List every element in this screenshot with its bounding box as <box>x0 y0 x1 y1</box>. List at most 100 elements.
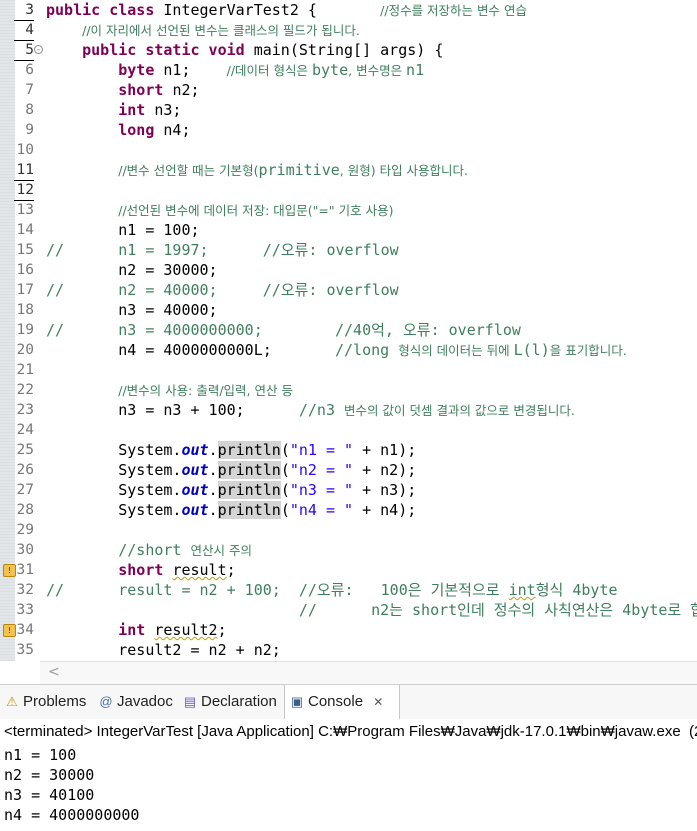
code-line[interactable]: 10 <box>0 140 697 160</box>
tab-console[interactable]: ▣ Console ✕ <box>284 685 400 719</box>
code-line[interactable]: 8 int n3; <box>0 100 697 120</box>
code-token: public static void <box>82 41 254 59</box>
code-line[interactable]: 32 // result = n2 + 100; //오류: 100은 기본적으로… <box>0 580 697 600</box>
tab-declaration[interactable]: ▤ Declaration <box>182 685 277 719</box>
line-number: 14 <box>16 222 34 238</box>
tab-javadoc-label: Javadoc <box>117 693 173 710</box>
code-line[interactable]: 18 n3 = 40000; <box>0 300 697 320</box>
code-token: // <box>46 241 65 259</box>
code-token: + n1); <box>353 441 417 459</box>
code-line[interactable]: 17 // n2 = 40000; //오류: overflow <box>0 280 697 300</box>
code-token: "n3 = " <box>289 481 354 499</box>
code-line[interactable]: 22 //변수의 사용: 출력/입력, 연산 등 <box>0 380 697 400</box>
code-token: . <box>208 481 218 499</box>
console-output-line: n1 = 100 <box>4 746 77 764</box>
code-token: short <box>118 81 173 99</box>
code-token: short인데 정수의 사칙연산은 4byte로 합니다. <box>412 601 697 619</box>
code-token: 연산시 주의 <box>190 543 252 558</box>
code-line[interactable]: 12 <box>0 180 697 201</box>
code-line[interactable]: 11 //변수 선언할 때는 기본형(primitive, 원형) 타입 사용합… <box>0 160 697 181</box>
code-token: n4 = 4000000000L; <box>46 341 335 359</box>
close-icon[interactable]: ✕ <box>373 695 383 709</box>
code-token: //n3 <box>298 401 345 419</box>
code-line[interactable]: 19 // n3 = 4000000000; //40억, 오류: overflo… <box>0 320 697 340</box>
code-line[interactable]: 27 System.out.println("n3 = " + n3); <box>0 480 697 500</box>
code-line[interactable]: 25 System.out.println("n1 = " + n1); <box>0 440 697 460</box>
code-text: System.out.println("n1 = " + n1); <box>46 440 416 460</box>
code-token: int <box>118 101 155 119</box>
line-number: 32 <box>16 582 34 598</box>
code-line[interactable]: 16 n2 = 30000; <box>0 260 697 280</box>
console-view[interactable]: <terminated> IntegerVarTest [Java Applic… <box>0 719 697 831</box>
tab-console-label: Console <box>308 693 364 710</box>
code-token: result <box>172 561 227 579</box>
code-line[interactable]: 5- public static void main(String[] args… <box>0 40 697 61</box>
code-token: n3 = n3 + 100; <box>46 401 299 419</box>
code-token: L(l) <box>513 341 550 359</box>
line-number: 28 <box>16 502 34 518</box>
line-number: 27 <box>16 482 34 498</box>
horizontal-scrollbar[interactable]: < <box>40 661 697 684</box>
code-token: result = n2 + 100; //오류: 100은 기본적으로 <box>64 581 509 599</box>
tab-problems[interactable]: ⚠ Problems <box>4 685 86 719</box>
code-line[interactable]: 7 short n2; <box>0 80 697 100</box>
code-line[interactable]: 30 //short 연산시 주의 <box>0 540 697 560</box>
scroll-left-icon[interactable]: < <box>48 664 60 680</box>
code-token: // <box>46 601 372 619</box>
code-token: main(String[] args) { <box>253 41 444 59</box>
code-token: //데이터 형식은 <box>226 63 312 78</box>
code-token: out <box>181 461 209 479</box>
code-token: ; <box>226 561 236 579</box>
code-token: out <box>181 481 209 499</box>
code-line[interactable]: 28 System.out.println("n4 = " + n4); <box>0 500 697 520</box>
code-token: result2 = n2 + n2; <box>46 641 281 659</box>
code-token: n2 = 40000; //오류: overflow <box>64 281 399 299</box>
code-line[interactable]: 26 System.out.println("n2 = " + n2); <box>0 460 697 480</box>
code-text: n4 = 4000000000L; //long 형식의 데이터는 뒤에 L(l… <box>46 340 626 361</box>
scroll-corner <box>0 661 40 683</box>
code-line[interactable]: 20 n4 = 4000000000L; //long 형식의 데이터는 뒤에 … <box>0 340 697 360</box>
code-line[interactable]: 29 <box>0 520 697 540</box>
code-line[interactable]: 14 n1 = 100; <box>0 220 697 240</box>
code-text: System.out.println("n3 = " + n3); <box>46 480 416 500</box>
code-line[interactable]: ! 31 short result; <box>0 560 697 580</box>
code-text: n2 = 30000; <box>46 260 217 280</box>
code-line[interactable]: 35 result2 = n2 + n2; <box>0 640 697 660</box>
code-line[interactable]: 23 n3 = n3 + 100; //n3 변수의 값이 덧셈 결과의 값으로… <box>0 400 697 420</box>
code-token: //short <box>118 541 191 559</box>
code-line[interactable]: 3 public class IntegerVarTest2 { //정수를 저장… <box>0 0 697 21</box>
code-text: //이 자리에서 선언된 변수는 클래스의 필드가 됩니다. <box>46 20 360 41</box>
code-line[interactable]: 13 //선언된 변수에 데이터 저장: 대입문("=" 기호 사용) <box>0 200 697 220</box>
code-token: int <box>118 621 155 639</box>
code-token: //이 자리에서 선언된 변수는 클래스의 필드가 됩니다. <box>82 23 360 38</box>
code-token: 형식의 데이터는 뒤에 <box>398 343 514 358</box>
code-text: //short 연산시 주의 <box>46 540 252 561</box>
fold-toggle-icon[interactable]: - <box>34 45 43 54</box>
code-token: 변수의 값이 덧셈 결과의 값으로 변경됩니다. <box>344 403 575 418</box>
code-token: out <box>181 441 209 459</box>
tab-javadoc[interactable]: @ Javadoc <box>98 685 173 719</box>
line-number: 23 <box>16 402 34 418</box>
line-number: 17 <box>16 282 34 298</box>
code-token: System. <box>46 441 182 459</box>
line-number: 11 <box>14 160 34 181</box>
code-line[interactable]: 9 long n4; <box>0 120 697 140</box>
code-editor[interactable]: 3 public class IntegerVarTest2 { //정수를 저장… <box>0 0 697 661</box>
line-number: 18 <box>16 302 34 318</box>
code-line[interactable]: 6 byte n1; //데이터 형식은 byte, 변수명은 n1 <box>0 60 697 80</box>
code-token: . <box>208 501 218 519</box>
code-line[interactable]: 15 // n1 = 1997; //오류: overflow <box>0 240 697 260</box>
code-line[interactable]: 24 <box>0 420 697 440</box>
code-line[interactable]: 4 //이 자리에서 선언된 변수는 클래스의 필드가 됩니다. <box>0 20 697 41</box>
code-line[interactable]: 21 <box>0 360 697 380</box>
code-token: + n3); <box>353 481 417 499</box>
code-line[interactable]: 33 // n2는 short인데 정수의 사칙연산은 4byte로 합니다. <box>0 600 697 620</box>
code-line[interactable]: ! 34 int result2; <box>0 620 697 640</box>
code-token: long <box>118 121 164 139</box>
code-token: IntegerVarTest2 { <box>163 1 381 19</box>
line-number: 9 <box>25 122 34 138</box>
line-number: 35 <box>16 642 34 658</box>
